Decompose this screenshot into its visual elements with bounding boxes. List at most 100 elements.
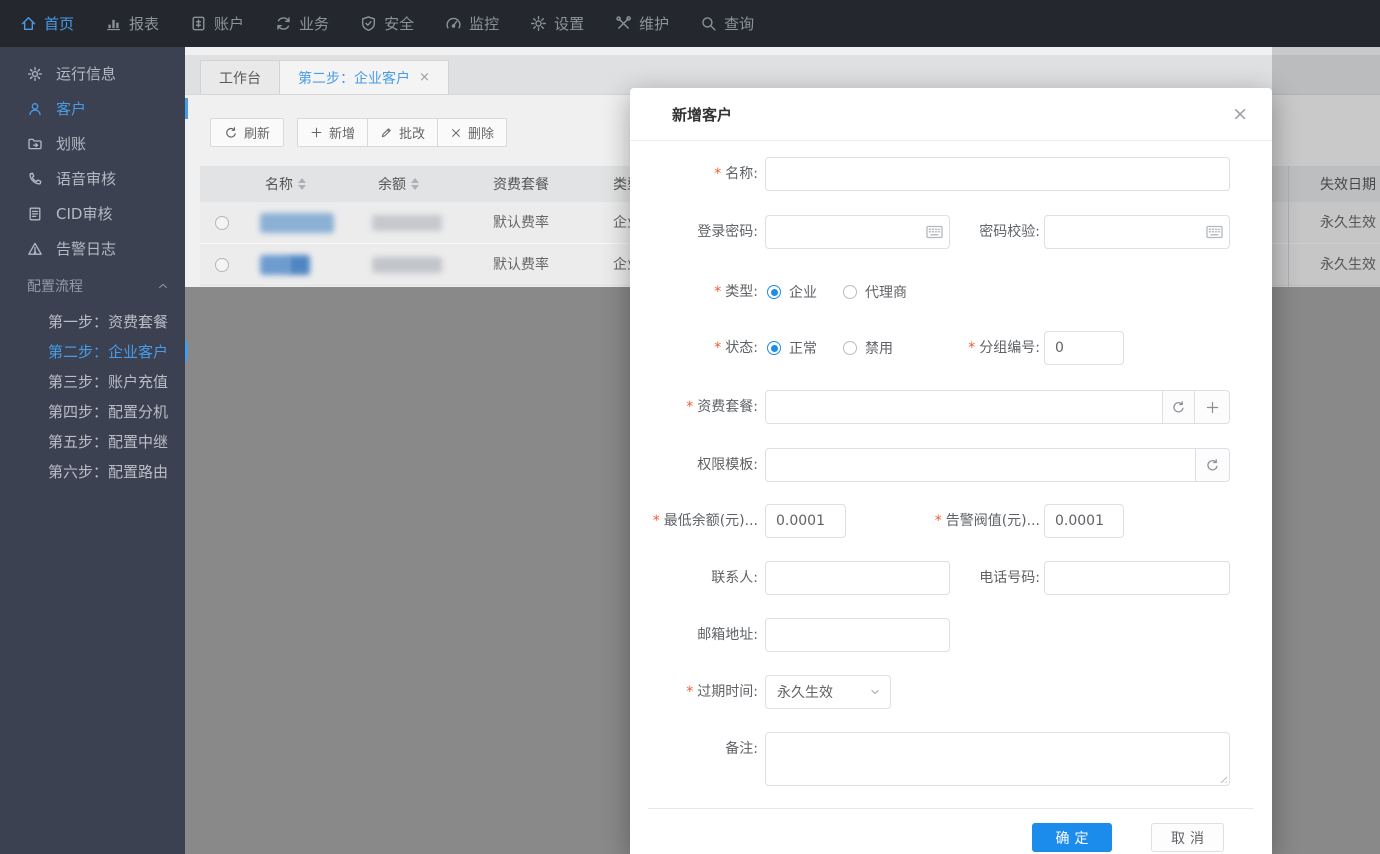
nav-item-business[interactable]: 业务	[275, 13, 329, 34]
type-radio-agent[interactable]: 代理商	[843, 282, 907, 302]
remark-label: 备注:	[725, 741, 758, 757]
sidebar-step-5[interactable]: 第五步：配置中继	[0, 426, 185, 456]
sidebar-step-6[interactable]: 第六步：配置路由	[0, 456, 185, 486]
expire-time-select[interactable]: 永久生效	[765, 675, 891, 709]
sidebar-item-label: CID审核	[56, 203, 112, 224]
footer-divider	[648, 808, 1254, 809]
sidebar-item-transfer[interactable]: 划账	[0, 126, 185, 161]
keyboard-icon[interactable]	[1206, 225, 1223, 239]
nav-item-maintain[interactable]: 维护	[615, 13, 669, 34]
sidebar-step-3[interactable]: 第三步：账户充值	[0, 366, 185, 396]
gear-icon	[27, 66, 43, 82]
nav-item-query[interactable]: 查询	[700, 13, 754, 34]
field-row-email: 邮箱地址:	[630, 618, 1272, 652]
nav-item-label: 报表	[129, 13, 159, 34]
min-balance-input[interactable]	[765, 504, 846, 538]
group-no-label: 分组编号:	[979, 340, 1040, 356]
sort-icon	[411, 178, 419, 190]
field-row-balance: *最低余额(元)... *告警阀值(元)...	[630, 504, 1272, 538]
column-name[interactable]: 名称	[265, 166, 306, 202]
top-navbar: 首页 报表 账户 业务 安全 监控 设置 维护	[0, 0, 1380, 47]
refresh-icon	[224, 126, 238, 140]
password-verify-input[interactable]	[1044, 215, 1230, 249]
pencil-icon	[380, 126, 393, 139]
field-row-expire-time: *过期时间: 永久生效	[630, 675, 1272, 709]
nav-item-monitor[interactable]: 监控	[445, 13, 499, 34]
nav-item-accounts[interactable]: 账户	[190, 13, 244, 34]
name-input[interactable]	[765, 157, 1230, 191]
cancel-button[interactable]: 取消	[1151, 823, 1224, 852]
permission-template-input[interactable]	[765, 448, 1196, 482]
close-icon	[450, 127, 462, 139]
shield-check-icon	[360, 15, 377, 32]
phone-input[interactable]	[1044, 561, 1230, 595]
field-row-remark: 备注:	[630, 732, 1272, 786]
sidebar-item-voice-audit[interactable]: 语音审核	[0, 161, 185, 196]
add-button[interactable]: 新增	[297, 118, 368, 147]
close-icon[interactable]: ×	[1232, 105, 1248, 124]
field-row-name: *名称:	[630, 157, 1272, 191]
permission-template-refresh-button[interactable]	[1195, 448, 1230, 482]
sidebar-item-customers[interactable]: 客户	[0, 91, 185, 126]
radio-unselected-icon	[843, 285, 857, 299]
edit-button[interactable]: 批改	[367, 118, 438, 147]
sidebar-item-alarm-log[interactable]: 告警日志	[0, 231, 185, 266]
sidebar-step-2[interactable]: 第二步：企业客户	[0, 336, 185, 366]
plus-icon	[310, 126, 323, 139]
chevron-down-icon	[869, 686, 881, 698]
sidebar-step-1[interactable]: 第一步：资费套餐	[0, 306, 185, 336]
nav-item-settings[interactable]: 设置	[530, 13, 584, 34]
nav-item-label: 监控	[469, 13, 499, 34]
modal-header: 新增客户 ×	[630, 88, 1272, 141]
email-input[interactable]	[765, 618, 950, 652]
rate-package-refresh-button[interactable]	[1162, 390, 1195, 424]
contact-label: 联系人:	[711, 570, 758, 586]
nav-item-security[interactable]: 安全	[360, 13, 414, 34]
cell-rate-package: 默认费率	[493, 202, 549, 244]
sidebar-item-cid-audit[interactable]: CID审核	[0, 196, 185, 231]
sidebar-item-runtime-info[interactable]: 运行信息	[0, 56, 185, 91]
delete-button[interactable]: 删除	[437, 118, 507, 147]
nav-item-label: 首页	[44, 13, 74, 34]
sidebar-section-config-flow[interactable]: 配置流程	[0, 266, 185, 306]
row-radio[interactable]	[215, 258, 229, 272]
nav-item-label: 业务	[299, 13, 329, 34]
radio-selected-icon	[767, 285, 781, 299]
nav-item-label: 设置	[554, 13, 584, 34]
field-row-type: *类型: 企业 代理商	[630, 275, 1272, 309]
nav-item-label: 安全	[384, 13, 414, 34]
row-radio[interactable]	[215, 216, 229, 230]
tab-workbench[interactable]: 工作台	[200, 60, 280, 94]
search-icon	[700, 15, 717, 32]
nav-item-home[interactable]: 首页	[20, 13, 74, 34]
field-row-contact: 联系人: 电话号码:	[630, 561, 1272, 595]
password-verify-label: 密码校验:	[979, 224, 1040, 240]
login-password-label: 登录密码:	[697, 224, 758, 240]
redacted-name	[260, 213, 334, 233]
remark-textarea[interactable]	[765, 732, 1230, 786]
status-radio-normal[interactable]: 正常	[767, 338, 817, 358]
rate-package-add-button[interactable]	[1194, 390, 1230, 424]
sidebar-step-4[interactable]: 第四步：配置分机	[0, 396, 185, 426]
rate-package-label: 资费套餐:	[697, 399, 758, 415]
nav-item-label: 查询	[724, 13, 754, 34]
nav-item-reports[interactable]: 报表	[105, 13, 159, 34]
column-balance[interactable]: 余额	[378, 166, 419, 202]
rate-package-input[interactable]	[765, 390, 1163, 424]
modal-title: 新增客户	[672, 104, 732, 125]
refresh-button[interactable]: 刷新	[210, 118, 284, 147]
sidebar-item-label: 划账	[56, 133, 86, 154]
sidebar-section-label: 配置流程	[27, 276, 83, 296]
modal-backdrop	[1272, 47, 1380, 287]
sidebar-item-label: 运行信息	[56, 63, 116, 84]
required-mark: *	[653, 513, 660, 529]
type-radio-enterprise[interactable]: 企业	[767, 282, 817, 302]
field-row-status: *状态: 正常 禁用 *分组编号:	[630, 331, 1272, 365]
tab-step2-enterprise-customers[interactable]: 第二步：企业客户 ×	[279, 60, 449, 94]
tab-close-icon[interactable]: ×	[419, 70, 430, 85]
confirm-button[interactable]: 确定	[1032, 823, 1112, 852]
required-mark: *	[686, 399, 693, 415]
status-label: 状态:	[725, 340, 758, 356]
alarm-threshold-input[interactable]	[1044, 504, 1124, 538]
group-no-input[interactable]	[1044, 331, 1124, 365]
